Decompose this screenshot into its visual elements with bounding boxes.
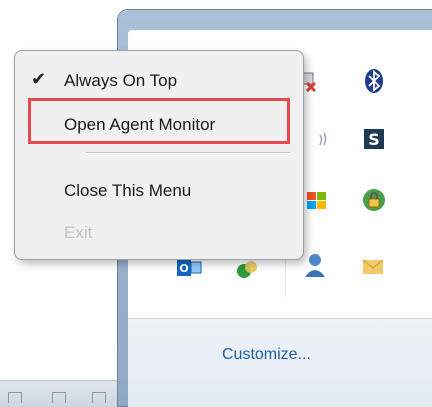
menu-item-label: Always On Top [64, 71, 178, 90]
taskbar-glyph-icon [92, 392, 106, 403]
menu-item-label: Exit [64, 223, 93, 242]
s-app-icon[interactable]: S [359, 124, 389, 154]
windows-flag-icon[interactable] [302, 185, 332, 215]
taskbar-glyph-icon [8, 392, 22, 403]
menu-divider [86, 152, 290, 154]
highlight-annotation-box [28, 98, 290, 144]
customize-link[interactable]: Customize... [222, 346, 311, 364]
menu-item-label: Close This Menu [64, 181, 192, 200]
menu-item-exit: Exit [15, 215, 303, 249]
agent-user-icon[interactable] [300, 250, 330, 280]
context-menu: ✔ Always On Top Open Agent Monitor Close… [14, 50, 304, 260]
menu-item-close-this-menu[interactable]: Close This Menu [15, 173, 303, 207]
mail-envelope-icon[interactable] [358, 252, 388, 282]
volume-icon[interactable] [314, 124, 344, 154]
lock-icon[interactable] [359, 185, 389, 215]
svg-text:S: S [368, 130, 380, 149]
svg-text:O: O [179, 262, 188, 275]
menu-item-always-on-top[interactable]: ✔ Always On Top [15, 63, 303, 97]
taskbar-glyph-icon [52, 392, 66, 403]
bluetooth-icon[interactable] [359, 66, 389, 96]
checkmark-icon: ✔ [31, 69, 47, 89]
